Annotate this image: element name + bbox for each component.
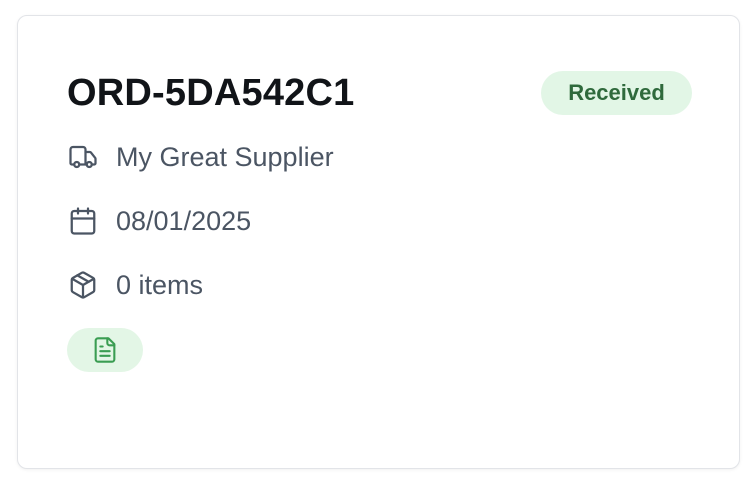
items-row: 0 items <box>67 267 203 303</box>
truck-icon <box>67 141 99 173</box>
date-row: 08/01/2025 <box>67 203 251 239</box>
document-icon <box>94 337 116 363</box>
order-date: 08/01/2025 <box>116 205 252 236</box>
order-card[interactable]: ORD-5DA542C1 Received My Great Supplier … <box>17 15 740 469</box>
order-id: ORD-5DA542C1 <box>67 72 355 114</box>
item-count: 0 items <box>116 269 204 300</box>
package-icon <box>67 269 99 301</box>
status-badge: Received <box>541 71 692 115</box>
supplier-row: My Great Supplier <box>67 139 334 175</box>
document-chip[interactable] <box>67 328 143 372</box>
calendar-icon <box>67 205 99 237</box>
supplier-name: My Great Supplier <box>116 141 334 172</box>
